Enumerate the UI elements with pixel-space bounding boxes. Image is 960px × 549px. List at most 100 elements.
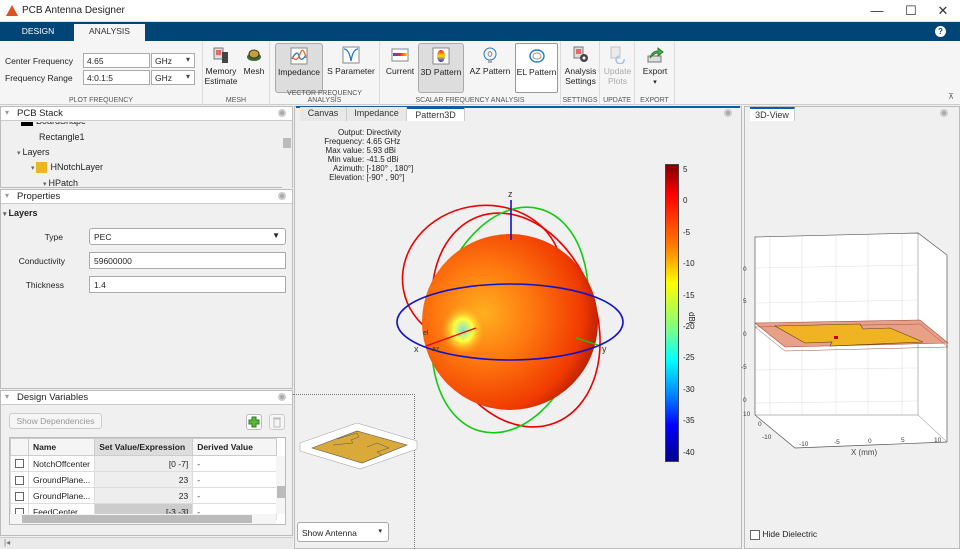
memory-estimate-button[interactable]: Memory Estimate [203,43,239,93]
current-button[interactable]: Current [384,43,416,93]
add-variable-button[interactable] [246,414,262,430]
panel-close-icon[interactable] [278,393,286,401]
s-parameter-icon [342,46,360,64]
center-frequency-input[interactable]: 4.65 [83,53,150,68]
table-vertical-scrollbar[interactable] [276,456,285,514]
ribbon-tabstrip: DESIGN ANALYSIS ? [0,22,960,41]
variable-value[interactable]: 23 [94,487,194,504]
show-antenna-select[interactable]: Show Antenna ▾ [297,522,389,542]
info-max: 5.93 dBi [366,146,396,155]
group-vector-frequency-analysis: Impedance S Parameter VECTOR FREQUENCY A… [270,41,380,105]
type-select[interactable]: PEC ▼ [89,228,286,245]
group-label: EXPORT [640,97,669,104]
center-frequency-unit-select[interactable]: GHz [151,53,195,68]
x-axis-label: x [414,344,419,354]
tab-pattern3d[interactable]: Pattern3D [407,107,465,121]
3d-view-close-icon[interactable] [940,109,948,117]
y-tick: -10 [762,434,772,441]
frequency-range-label: Frequency Range [5,73,73,83]
colorbar-tick: 0 [683,196,688,206]
collapse-ribbon-icon[interactable]: ⊼ [948,92,954,101]
pcb-stack-scrollbar[interactable] [282,122,292,188]
x-tick: -10 [799,441,809,448]
tree-item-rectangle1[interactable]: Rectangle1 [39,132,85,142]
impedance-button[interactable]: Impedance [275,43,323,93]
scrollbar-thumb[interactable] [283,138,291,148]
panel-close-icon[interactable] [278,109,286,117]
row-checkbox[interactable] [15,491,24,501]
type-value: PEC [94,232,112,242]
3d-view-plot[interactable]: 0 5 0 -5 0 10 0 -10 -10 -5 0 5 10 X (mm) [740,230,960,465]
design-variables-table: Name Set Value/Expression Derived Value … [10,438,277,520]
z-tick: -5 [741,364,747,371]
panel-close-icon[interactable] [278,192,286,200]
colorbar-tick: -35 [683,416,695,426]
pcb-stack-header[interactable]: PCB Stack [1,107,292,121]
design-variables-header[interactable]: Design Variables [1,391,292,405]
mesh-button[interactable]: Mesh [241,43,267,93]
scrollbar-thumb[interactable] [277,486,285,498]
frequency-range-unit-select[interactable]: GHz [151,70,195,85]
variable-value[interactable]: 23 [94,471,194,488]
export-button[interactable]: Export ▾ [638,43,672,93]
analysis-settings-button[interactable]: Analysis Settings [563,43,598,93]
close-button[interactable]: ✕ [934,3,952,19]
show-dependencies-button[interactable]: Show Dependencies [9,413,102,429]
table-row[interactable]: GroundPlane... 23 - [10,487,277,504]
group-label: VECTOR FREQUENCY ANALYSIS [287,90,362,104]
s-parameter-button[interactable]: S Parameter [326,43,376,93]
row-checkbox[interactable] [15,475,24,485]
az-pattern-button[interactable]: AZ Pattern [467,43,513,93]
el-pattern-button[interactable]: EL Pattern [515,43,558,93]
update-plots-button[interactable]: Update Plots [602,43,633,93]
info-key: Elevation [329,173,362,182]
export-dropdown-icon[interactable]: ▾ [653,79,657,86]
collapse-left-icon[interactable]: |◂ [0,537,293,549]
checkbox-box[interactable] [750,529,760,540]
properties-header[interactable]: Properties [1,190,292,204]
table-horizontal-scrollbar[interactable] [10,514,276,524]
variable-value[interactable]: [0 -7] [94,455,194,472]
tab-canvas[interactable]: Canvas [300,107,347,121]
tab-impedance[interactable]: Impedance [347,107,407,121]
layers-section[interactable]: ▾ Layers [3,208,38,218]
x-tick: -5 [834,439,840,446]
maximize-button[interactable]: ☐ [902,3,920,19]
pattern3d-plot[interactable]: z x y el az [380,180,640,440]
thickness-input[interactable]: 1.4 [89,276,286,293]
tab-design[interactable]: DESIGN [8,24,68,41]
tree-item-hnotchlayer[interactable]: ▾ HNotchLayer [31,162,103,174]
table-row[interactable]: GroundPlane... 23 - [10,471,277,488]
center-frequency-label: Center Frequency [5,56,74,66]
y-axis-label: y [602,344,607,354]
colorbar-tick: -40 [683,447,695,457]
delete-variable-button[interactable] [269,414,285,430]
row-checkbox[interactable] [15,459,24,469]
ribbon: Center Frequency 4.65 GHz Frequency Rang… [0,41,960,105]
document-close-icon[interactable] [724,109,732,117]
layer-color-swatch [36,162,48,174]
column-header-set-value[interactable]: Set Value/Expression [94,438,194,456]
column-header-name[interactable]: Name [27,438,96,456]
chevron-down-icon: ▾ [378,528,382,535]
conductivity-input[interactable]: 59600000 [89,252,286,269]
tree-item-boardshape[interactable]: BoardShape [21,122,86,126]
tab-3d-view[interactable]: 3D-View [750,107,795,121]
info-frequency: 4.65 GHz [366,137,401,146]
hide-dielectric-checkbox[interactable]: Hide Dielectric [750,529,817,540]
minimize-button[interactable]: — [868,3,886,18]
memory-estimate-label-2: Estimate [204,76,238,86]
az-label: az [432,346,440,353]
tab-analysis[interactable]: ANALYSIS [74,24,145,41]
tree-item-layers[interactable]: ▾ Layers [17,147,49,157]
mesh-label: Mesh [243,66,265,76]
table-row[interactable]: NotchOffcenter [0 -7] - [10,455,277,472]
frequency-range-input[interactable]: 4:0.1:5 [83,70,150,85]
column-header-derived-value[interactable]: Derived Value [192,438,277,456]
tree-item-label: Layers [22,147,50,157]
3d-pattern-button[interactable]: 3D Pattern [418,43,464,93]
scrollbar-thumb[interactable] [22,515,252,523]
help-icon[interactable]: ? [935,26,946,37]
window-title: PCB Antenna Designer [22,5,125,16]
tree-item-hpatch[interactable]: ▾ HPatch [43,178,78,188]
